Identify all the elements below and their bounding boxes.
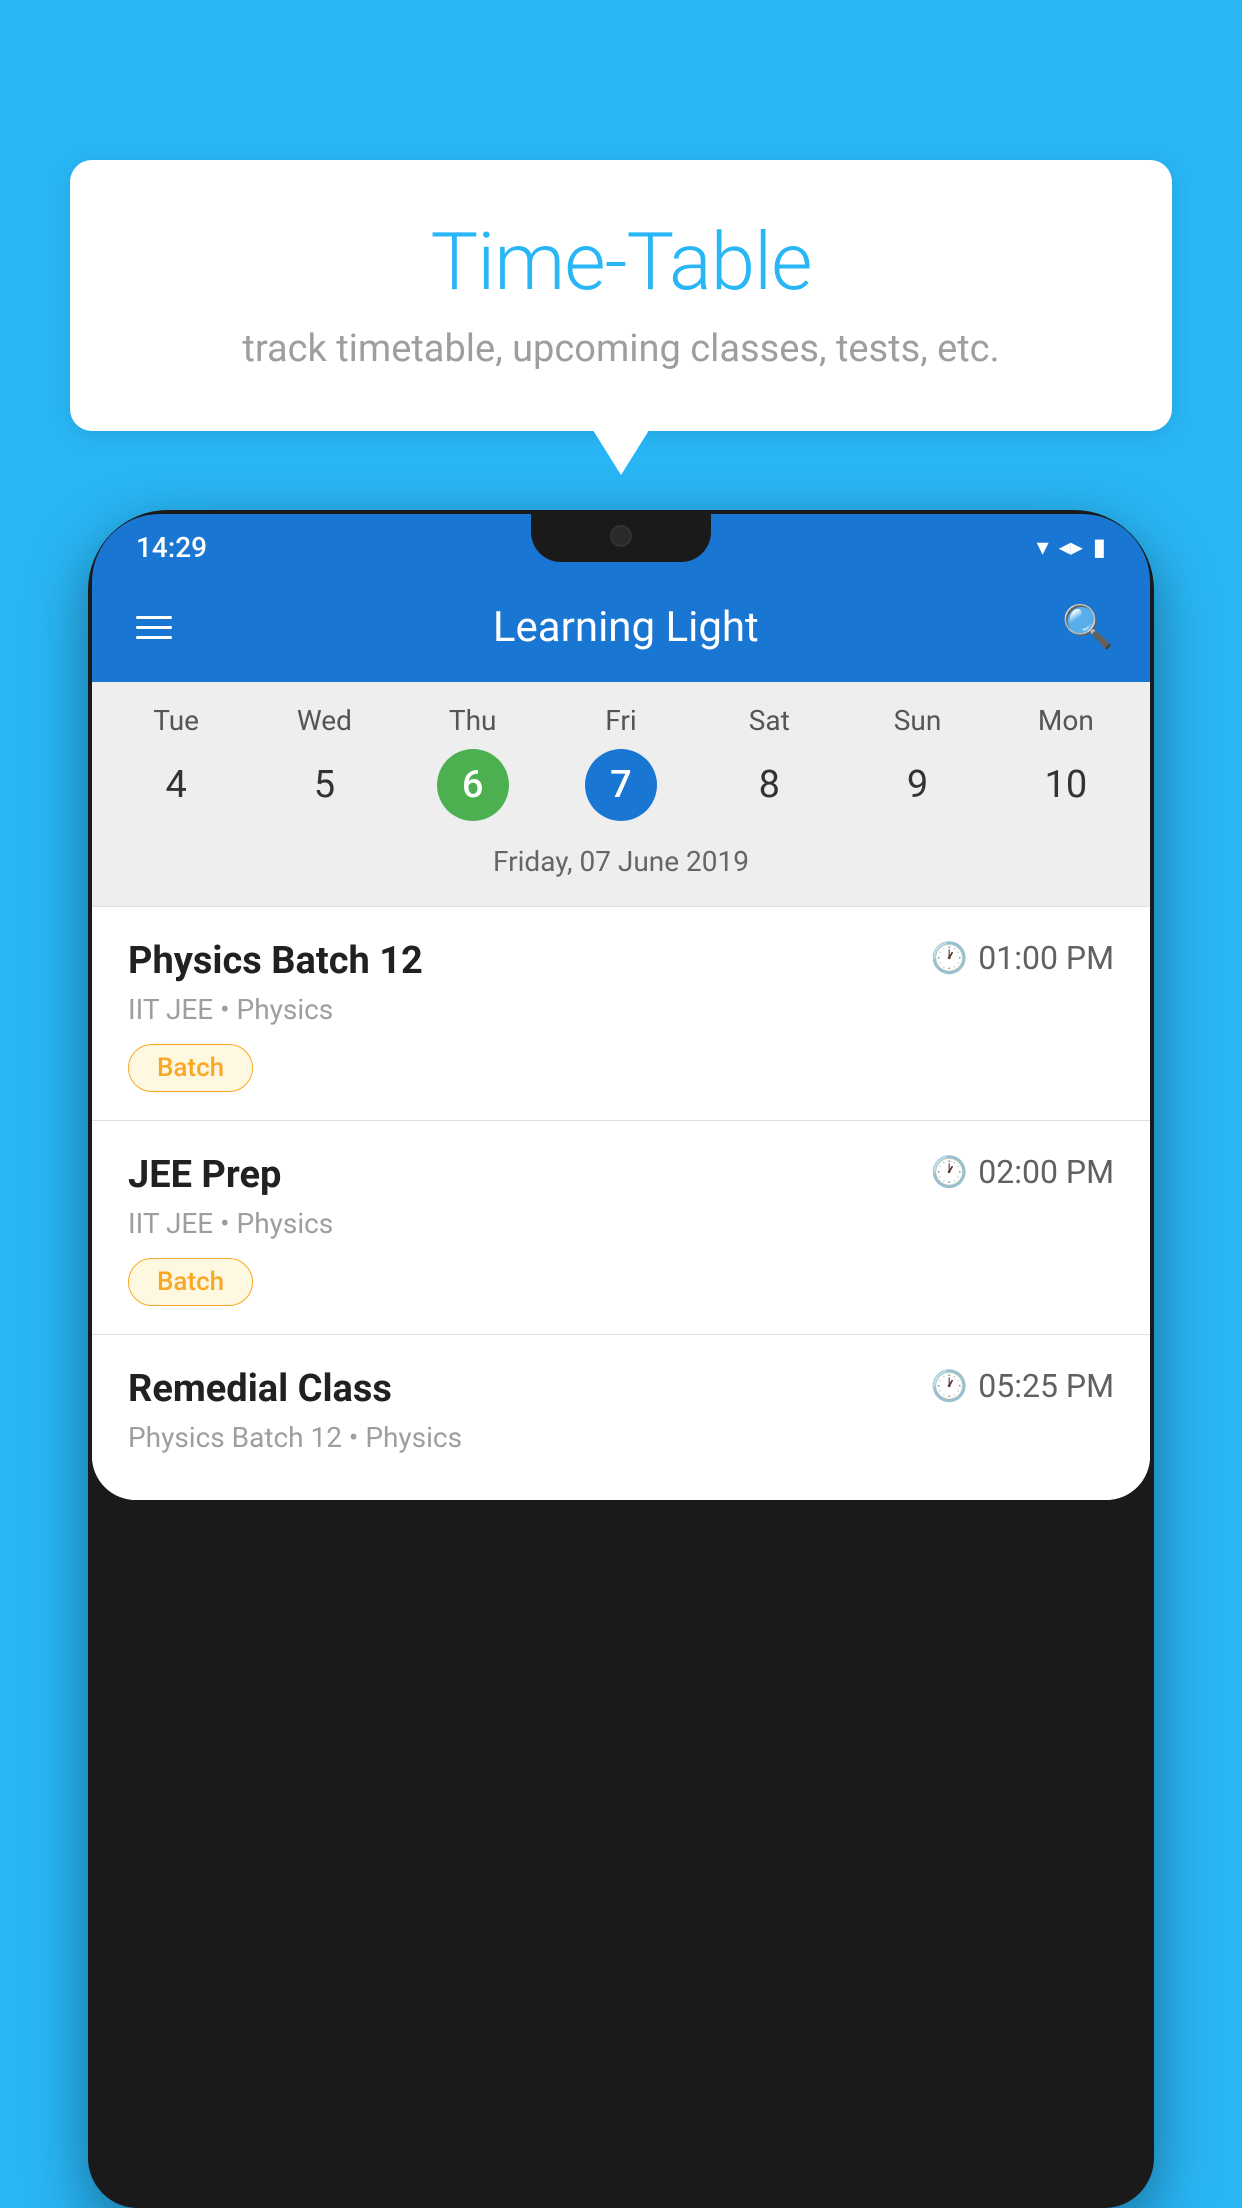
speech-bubble-container: Time-Table track timetable, upcoming cla…: [70, 160, 1172, 431]
day-label-tue: Tue: [102, 704, 250, 737]
schedule-subtitle-3: Physics Batch 12 • Physics: [128, 1421, 1114, 1454]
schedule-title-1: Physics Batch 12: [128, 939, 423, 983]
status-icons: ▾ ◂▸ ▮: [1037, 533, 1106, 561]
day-label-sat: Sat: [695, 704, 843, 737]
schedule-item-header-1: Physics Batch 12 🕐 01:00 PM: [128, 939, 1114, 983]
batch-badge-1: Batch: [128, 1044, 253, 1092]
phone-screen: 14:29 ▾ ◂▸ ▮ Learning Light 🔍 Tue Wed: [92, 514, 1150, 1500]
day-labels-row: Tue Wed Thu Fri Sat Sun Mon: [102, 704, 1140, 737]
batch-badge-2: Batch: [128, 1258, 253, 1306]
clock-icon-1: 🕐: [931, 941, 968, 976]
schedule-subtitle-2: IIT JEE • Physics: [128, 1207, 1114, 1240]
schedule-time-value-2: 02:00 PM: [978, 1153, 1114, 1191]
day-label-mon: Mon: [992, 704, 1140, 737]
schedule-item-header-3: Remedial Class 🕐 05:25 PM: [128, 1367, 1114, 1411]
schedule-item-header-2: JEE Prep 🕐 02:00 PM: [128, 1153, 1114, 1197]
battery-icon: ▮: [1093, 533, 1106, 561]
schedule-time-3: 🕐 05:25 PM: [931, 1367, 1114, 1405]
day-label-thu: Thu: [399, 704, 547, 737]
schedule-time-value-1: 01:00 PM: [978, 939, 1114, 977]
hamburger-menu-icon[interactable]: [128, 608, 180, 647]
hamburger-line-1: [136, 616, 172, 619]
schedule-time-2: 🕐 02:00 PM: [931, 1153, 1114, 1191]
schedule-time-1: 🕐 01:00 PM: [931, 939, 1114, 977]
day-label-wed: Wed: [250, 704, 398, 737]
schedule-title-3: Remedial Class: [128, 1367, 392, 1411]
day-number-4[interactable]: 4: [140, 749, 212, 821]
signal-icon: ◂▸: [1059, 533, 1083, 561]
day-numbers-row: 4 5 6 7 8 9 10: [102, 749, 1140, 821]
status-time: 14:29: [136, 531, 207, 564]
wifi-icon: ▾: [1037, 533, 1049, 561]
search-icon[interactable]: 🔍: [1062, 603, 1114, 652]
day-label-fri: Fri: [547, 704, 695, 737]
hamburger-line-2: [136, 626, 172, 629]
app-bar: Learning Light 🔍: [92, 572, 1150, 682]
app-title: Learning Light: [220, 603, 1032, 652]
day-number-10[interactable]: 10: [1030, 749, 1102, 821]
schedule-item-1[interactable]: Physics Batch 12 🕐 01:00 PM IIT JEE • Ph…: [92, 906, 1150, 1120]
schedule-title-2: JEE Prep: [128, 1153, 281, 1197]
day-number-7-selected[interactable]: 7: [585, 749, 657, 821]
schedule-time-value-3: 05:25 PM: [978, 1367, 1114, 1405]
day-label-sun: Sun: [843, 704, 991, 737]
page-subtitle: track timetable, upcoming classes, tests…: [130, 327, 1112, 371]
schedule-subtitle-1: IIT JEE • Physics: [128, 993, 1114, 1026]
selected-date-label: Friday, 07 June 2019: [102, 835, 1140, 896]
phone-content: Tue Wed Thu Fri Sat Sun Mon 4 5 6 7 8 9 …: [92, 682, 1150, 1500]
clock-icon-3: 🕐: [931, 1369, 968, 1404]
calendar-week: Tue Wed Thu Fri Sat Sun Mon 4 5 6 7 8 9 …: [92, 682, 1150, 906]
schedule-item-3[interactable]: Remedial Class 🕐 05:25 PM Physics Batch …: [92, 1334, 1150, 1500]
phone-notch: [531, 510, 711, 562]
camera: [610, 525, 632, 547]
phone-frame: 14:29 ▾ ◂▸ ▮ Learning Light 🔍 Tue Wed: [88, 510, 1154, 2208]
hamburger-line-3: [136, 636, 172, 639]
day-number-8[interactable]: 8: [733, 749, 805, 821]
schedule-list: Physics Batch 12 🕐 01:00 PM IIT JEE • Ph…: [92, 906, 1150, 1500]
speech-bubble: Time-Table track timetable, upcoming cla…: [70, 160, 1172, 431]
day-number-5[interactable]: 5: [288, 749, 360, 821]
day-number-9[interactable]: 9: [882, 749, 954, 821]
schedule-item-2[interactable]: JEE Prep 🕐 02:00 PM IIT JEE • Physics Ba…: [92, 1120, 1150, 1334]
page-title: Time-Table: [130, 215, 1112, 309]
day-number-6-today[interactable]: 6: [437, 749, 509, 821]
clock-icon-2: 🕐: [931, 1155, 968, 1190]
